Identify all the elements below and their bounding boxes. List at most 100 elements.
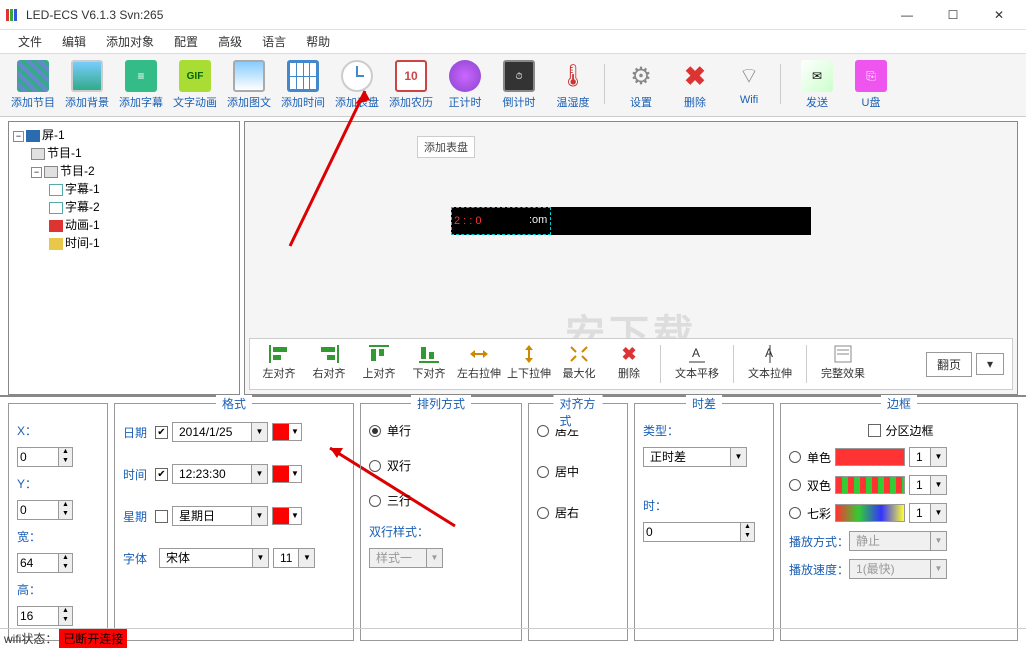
- delete-button[interactable]: ✖删除: [669, 58, 721, 116]
- add-dial-button[interactable]: 添加表盘: [331, 58, 383, 116]
- radio-single[interactable]: [369, 425, 381, 437]
- menu-advanced[interactable]: 高级: [208, 31, 252, 52]
- radio-mono[interactable]: [789, 451, 801, 463]
- statusbar: wifi状态： 已断开连接: [0, 628, 1026, 648]
- add-lunar-button[interactable]: 10添加农历: [385, 58, 437, 116]
- maximize-button[interactable]: 最大化: [554, 341, 604, 387]
- time-color[interactable]: ▼: [272, 465, 302, 483]
- font-size-combo[interactable]: 11▼: [273, 548, 315, 568]
- h-input[interactable]: ▲▼: [17, 606, 73, 626]
- full-effect-button[interactable]: 完整效果: [813, 341, 873, 387]
- week-combo[interactable]: 星期日▼: [172, 506, 268, 526]
- y-input[interactable]: ▲▼: [17, 500, 73, 520]
- align-left-button[interactable]: 左对齐: [254, 341, 304, 387]
- time-combo[interactable]: 12:23:30▼: [172, 464, 268, 484]
- rainbow-sample[interactable]: [835, 504, 905, 522]
- align-bottom-button[interactable]: 下对齐: [404, 341, 454, 387]
- close-button[interactable]: ✕: [976, 0, 1022, 30]
- add-time-button[interactable]: 添加时间: [277, 58, 329, 116]
- app-icon: [4, 7, 20, 23]
- maximize-button[interactable]: ☐: [930, 0, 976, 30]
- tree-time1[interactable]: 时间-1: [65, 236, 100, 250]
- tree-sub2[interactable]: 字幕-2: [65, 200, 100, 214]
- duo-sample[interactable]: [835, 476, 905, 494]
- subtitle-icon: [49, 202, 63, 214]
- countdown-button[interactable]: ⏱倒计时: [493, 58, 545, 116]
- anim-icon: [49, 220, 63, 232]
- duo-combo[interactable]: 1▼: [909, 475, 947, 495]
- group-align: 对齐方式 居左 居中 居右: [528, 403, 628, 641]
- time-icon: [49, 238, 63, 250]
- text-stretch-button[interactable]: A文本拉伸: [740, 341, 800, 387]
- play-label: 播放方式：: [789, 533, 849, 550]
- preview-toolbar: 左对齐 右对齐 上对齐 下对齐 左右拉伸 上下拉伸 最大化 ✖删除 A文本平移 …: [249, 338, 1013, 390]
- play-combo[interactable]: 静止▼: [849, 531, 947, 551]
- border-legend: 边框: [881, 395, 917, 412]
- wifi-status-label: wifi状态：: [4, 630, 57, 647]
- window-title: LED-ECS V6.1.3 Svn:265: [26, 8, 884, 22]
- menu-edit[interactable]: 编辑: [52, 31, 96, 52]
- align-right-button[interactable]: 右对齐: [304, 341, 354, 387]
- dbl-style-combo[interactable]: 样式一▼: [369, 548, 443, 568]
- font-combo[interactable]: 宋体▼: [159, 548, 269, 568]
- udisk-button[interactable]: ⎘U盘: [845, 58, 897, 116]
- led-canvas[interactable]: 2 : : 0 :om: [451, 207, 811, 235]
- menu-help[interactable]: 帮助: [296, 31, 340, 52]
- text-anim-button[interactable]: GIF文字动画: [169, 58, 221, 116]
- week-color[interactable]: ▼: [272, 507, 302, 525]
- menu-file[interactable]: 文件: [8, 31, 52, 52]
- tz-hour-input[interactable]: ▲▼: [643, 522, 755, 542]
- tree-prog2[interactable]: 节目-2: [60, 164, 95, 178]
- menu-language[interactable]: 语言: [252, 31, 296, 52]
- radio-left[interactable]: [537, 425, 549, 437]
- week-check[interactable]: [155, 510, 168, 523]
- wifi-button[interactable]: ⌔Wifi: [723, 58, 775, 116]
- countup-button[interactable]: 正计时: [439, 58, 491, 116]
- date-check[interactable]: ✔: [155, 426, 168, 439]
- radio-center[interactable]: [537, 466, 549, 478]
- send-button[interactable]: ✉发送: [791, 58, 843, 116]
- tree-screen[interactable]: 屏-1: [42, 128, 65, 142]
- add-subtitle-button[interactable]: ≡添加字幕: [115, 58, 167, 116]
- add-imgtext-button[interactable]: 添加图文: [223, 58, 275, 116]
- settings-button[interactable]: ⚙设置: [615, 58, 667, 116]
- minimize-button[interactable]: —: [884, 0, 930, 30]
- page-dd-button[interactable]: ▾: [976, 353, 1004, 375]
- preview-pane: 添加表盘 2 : : 0 :om 安下载 左对齐 右对齐 上对齐 下对齐 左右拉…: [244, 121, 1018, 395]
- menu-config[interactable]: 配置: [164, 31, 208, 52]
- menu-addobj[interactable]: 添加对象: [96, 31, 164, 52]
- date-color[interactable]: ▼: [272, 423, 302, 441]
- menubar: 文件 编辑 添加对象 配置 高级 语言 帮助: [0, 30, 1026, 54]
- add-program-button[interactable]: 添加节目: [7, 58, 59, 116]
- tz-type-combo[interactable]: 正时差▼: [643, 447, 747, 467]
- stretch-v-button[interactable]: 上下拉伸: [504, 341, 554, 387]
- temp-hum-button[interactable]: 🌡温湿度: [547, 58, 599, 116]
- stretch-h-button[interactable]: 左右拉伸: [454, 341, 504, 387]
- radio-right[interactable]: [537, 507, 549, 519]
- mono-combo[interactable]: 1▼: [909, 447, 947, 467]
- tree-prog1[interactable]: 节目-1: [47, 146, 82, 160]
- radio-double[interactable]: [369, 460, 381, 472]
- text-shift-button[interactable]: A文本平移: [667, 341, 727, 387]
- page-turn-button[interactable]: 翻页: [926, 352, 972, 377]
- tree-anim1[interactable]: 动画-1: [65, 218, 100, 232]
- mono-sample[interactable]: [835, 448, 905, 466]
- tz-hour-label: 时：: [643, 497, 671, 514]
- radio-triple[interactable]: [369, 495, 381, 507]
- add-bg-button[interactable]: 添加背景: [61, 58, 113, 116]
- radio-rainbow[interactable]: [789, 507, 801, 519]
- date-combo[interactable]: 2014/1/25▼: [172, 422, 268, 442]
- project-tree[interactable]: −屏-1 节目-1 −节目-2 字幕-1 字幕-2 动画-1 时间-1: [8, 121, 240, 395]
- x-input[interactable]: ▲▼: [17, 447, 73, 467]
- tz-type-label: 类型：: [643, 422, 681, 439]
- time-check[interactable]: ✔: [155, 468, 168, 481]
- rainbow-combo[interactable]: 1▼: [909, 503, 947, 523]
- align-top-button[interactable]: 上对齐: [354, 341, 404, 387]
- y-label: Y：: [17, 475, 45, 492]
- radio-duo[interactable]: [789, 479, 801, 491]
- partition-check[interactable]: [868, 424, 881, 437]
- speed-combo[interactable]: 1(最快)▼: [849, 559, 947, 579]
- w-input[interactable]: ▲▼: [17, 553, 73, 573]
- tree-sub1[interactable]: 字幕-1: [65, 182, 100, 196]
- preview-delete-button[interactable]: ✖删除: [604, 341, 654, 387]
